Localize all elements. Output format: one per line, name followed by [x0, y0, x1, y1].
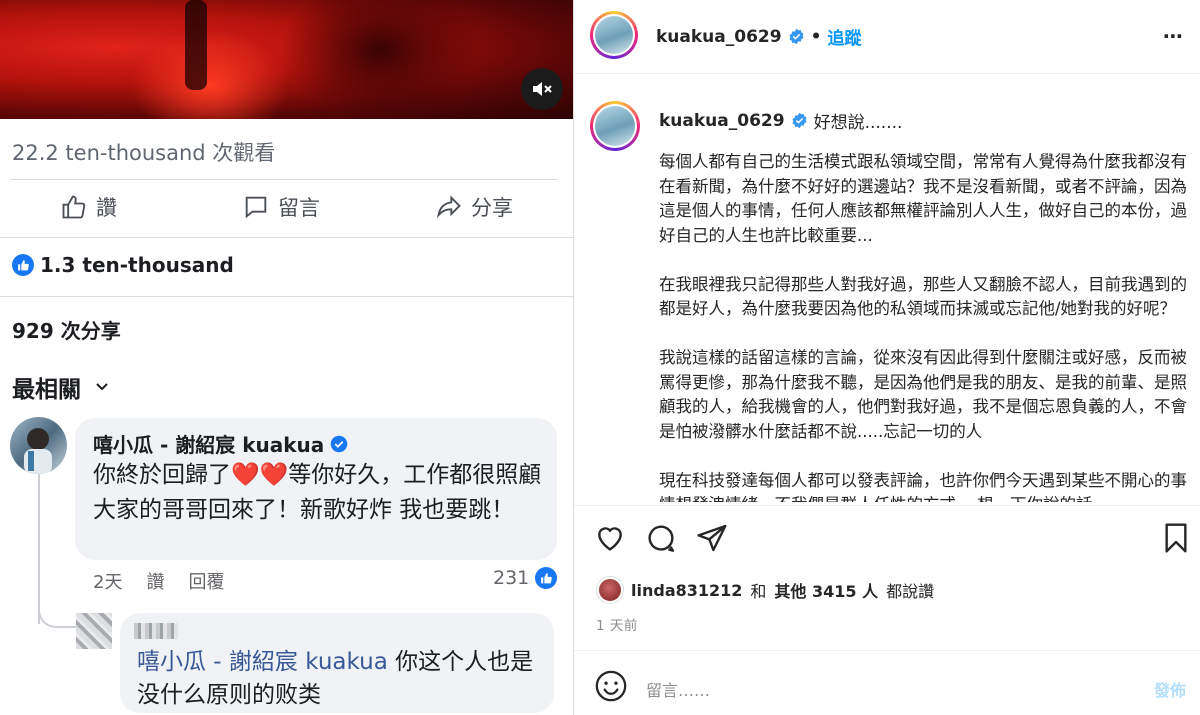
mention-link[interactable]: 嘻小瓜 - 謝紹宸 kuakua	[137, 649, 388, 675]
follow-button[interactable]: 追蹤	[827, 24, 861, 49]
caption-paragraph: 我說這樣的話留這樣的言論，從來沒有因此得到什麼關注或好感，反而被罵得更慘，那為什…	[659, 348, 1187, 441]
bookmark-icon[interactable]	[1160, 522, 1192, 554]
share-icon	[437, 195, 461, 219]
emoji-icon[interactable]	[594, 669, 628, 703]
post-header: kuakua_0629 • 追蹤	[656, 24, 861, 50]
comment-time[interactable]: 2天	[93, 568, 122, 594]
comment-button[interactable]: 留言	[242, 192, 320, 222]
likes-summary[interactable]: linda831212 和 其他 3415 人 都說讚	[597, 577, 934, 603]
caption-body: 每個人都有自己的生活模式跟私領域空間，常常有人覺得為什麼我都沒有在看新聞，為什麼…	[659, 150, 1187, 502]
share-label: 分享	[471, 196, 513, 220]
post-timestamp[interactable]: 1 天前	[596, 614, 638, 634]
avatar[interactable]	[10, 417, 67, 474]
caption-paragraph: 現在科技發達每個人都可以發表評論，也許你們今天遇到某些不開心的事情想發洩情緒，不…	[659, 470, 1187, 503]
likes-others[interactable]: 其他 3415 人	[774, 578, 878, 602]
reply-author-blurred[interactable]	[134, 623, 178, 639]
divider	[574, 73, 1200, 74]
like-reaction-icon	[535, 567, 558, 589]
caption-username[interactable]: kuakua_0629	[659, 111, 785, 131]
profile-avatar[interactable]	[590, 11, 638, 59]
caption-header: kuakua_0629 好想說.......	[659, 108, 903, 134]
verified-badge-icon	[331, 435, 348, 452]
liker-avatar[interactable]	[597, 577, 623, 603]
divider	[0, 296, 573, 297]
chevron-down-icon	[96, 383, 108, 391]
video-frame-shadow	[280, 0, 480, 119]
comment-label: 留言	[278, 196, 320, 220]
divider	[574, 505, 1200, 506]
share-paper-plane-icon[interactable]	[696, 522, 728, 554]
divider	[10, 179, 557, 180]
speaker-muted-icon	[533, 82, 552, 96]
more-options-icon[interactable]: ⋯	[1163, 24, 1184, 48]
heart-icon[interactable]	[594, 522, 626, 554]
comment-text: 你終於回歸了❤️❤️等你好久，工作都很照顧大家的哥哥回來了！新歌好炸 我也要跳！	[93, 458, 548, 528]
comment-reaction-count[interactable]: 231	[493, 567, 558, 589]
comment-reply-link[interactable]: 回覆	[188, 568, 224, 594]
comment-meta: 2天 讚 回覆	[93, 568, 224, 594]
sort-label: 最相關	[12, 377, 81, 403]
likes-suffix: 都說讚	[886, 582, 935, 601]
comment-author[interactable]: 嘻小瓜 - 謝紹宸 kuakua	[93, 429, 348, 458]
comment-icon[interactable]	[645, 522, 677, 554]
reaction-count: 1.3 ten-thousand	[40, 253, 234, 277]
liker-username[interactable]: linda831212	[631, 581, 742, 600]
caption-first-line: 好想說.......	[813, 113, 903, 133]
mute-button[interactable]	[521, 68, 563, 110]
like-reaction-icon	[12, 254, 34, 276]
caption-avatar[interactable]	[590, 101, 640, 151]
comment-author-name[interactable]: 嘻小瓜 - 謝紹宸 kuakua	[93, 429, 324, 458]
caption-paragraph: 在我眼裡我只記得那些人對我好過，那些人又翻臉不認人，目前我遇到的都是好人，為什麼…	[659, 274, 1187, 319]
divider	[574, 650, 1200, 651]
view-count: 22.2 ten-thousand 次觀看	[12, 141, 276, 165]
share-button[interactable]: 分享	[435, 192, 513, 222]
share-count[interactable]: 929 次分享	[12, 315, 121, 344]
likes-and: 和	[750, 582, 767, 601]
divider	[0, 237, 573, 238]
comment-like-link[interactable]: 讚	[146, 568, 164, 594]
comment-input[interactable]: 留言……	[646, 677, 710, 701]
video-frame-figure	[185, 0, 207, 90]
caption-paragraph: 每個人都有自己的生活模式跟私領域空間，常常有人覺得為什麼我都沒有在看新聞，為什麼…	[659, 152, 1187, 245]
verified-badge-icon	[789, 28, 804, 45]
reply-text: 嘻小瓜 - 謝紹宸 kuakua 你这个人也是没什么原则的败类	[137, 646, 547, 712]
like-button[interactable]: 讚	[60, 192, 117, 222]
video-player[interactable]	[0, 0, 573, 119]
avatar-blurred[interactable]	[76, 613, 112, 649]
comment-icon	[245, 196, 267, 219]
reaction-summary[interactable]: 1.3 ten-thousand	[12, 253, 234, 277]
like-label: 讚	[96, 196, 117, 220]
comment-reaction-number: 231	[493, 567, 530, 589]
comment-sort-dropdown[interactable]: 最相關	[12, 370, 109, 404]
facebook-post-panel: 22.2 ten-thousand 次觀看 讚 留言 分享 1.3 ten-th…	[0, 0, 573, 715]
separator-dot: •	[810, 26, 822, 47]
post-comment-button[interactable]: 發佈	[1154, 677, 1186, 701]
thumbs-up-icon	[62, 195, 86, 219]
comment-text-start: 你終於回歸了	[93, 462, 231, 488]
video-frame-highlight	[130, 30, 290, 119]
verified-badge-icon	[792, 112, 807, 129]
username[interactable]: kuakua_0629	[656, 27, 782, 47]
heart-emoji: ❤️❤️	[231, 462, 289, 488]
